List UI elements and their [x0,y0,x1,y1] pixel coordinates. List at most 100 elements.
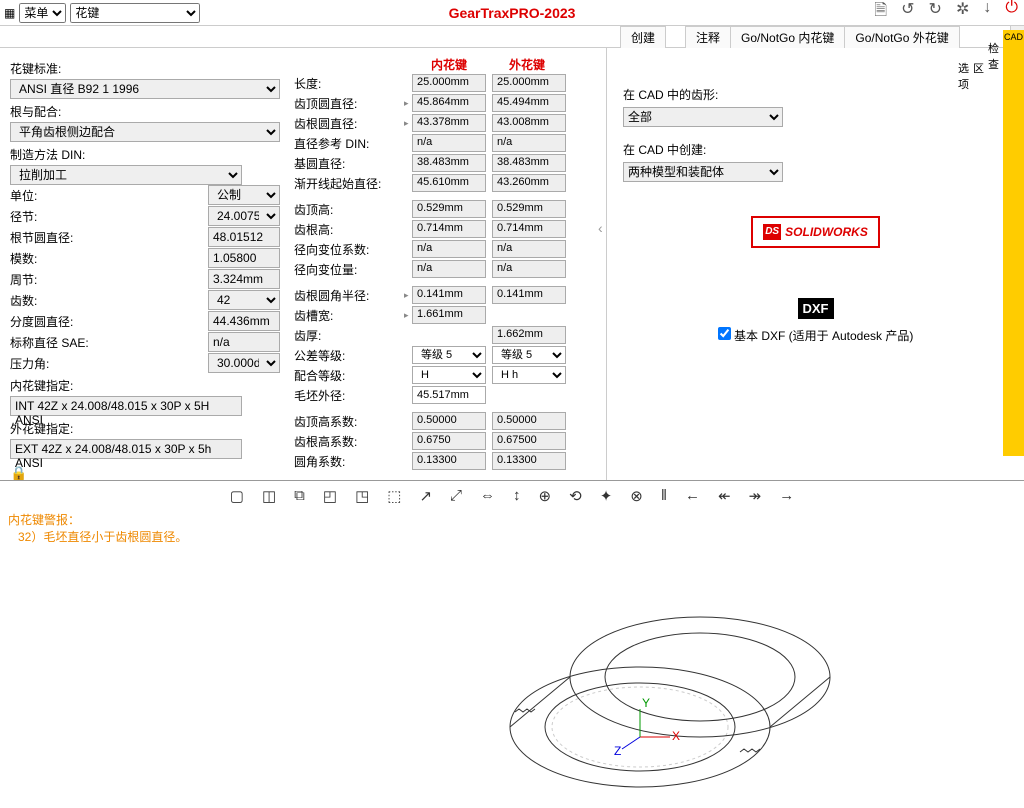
tab-create[interactable]: 创建 [620,26,666,48]
ext-desig-value: EXT 42Z x 24.008/48.015 x 30P x 5h ANSI [10,439,242,459]
lock-icon[interactable]: 🔒 [10,465,27,481]
axis-icon[interactable]: ↗ [419,487,432,505]
field-value-ext: 0.50000 [492,412,566,430]
ext-desig-label: 外花键指定: [10,420,280,437]
field-value-int: 43.378mm [412,114,486,132]
create-label: 在 CAD 中创建: [623,141,1008,158]
fit-ext[interactable]: H h [492,366,566,384]
dp-field[interactable]: 24.00756 [208,206,280,226]
tool-icon-6[interactable]: ✦ [600,487,613,505]
units-label: 单位: [10,187,208,204]
rootd-label: 根节圆直径: [10,229,208,246]
tool-icon-4[interactable]: ⊕ [539,487,552,505]
pause-icon[interactable]: ‖ [661,487,667,505]
rootd-field[interactable] [208,227,280,247]
pa-field[interactable]: 30.000deg [208,353,280,373]
svg-text:Z: Z [614,744,621,758]
hdr-ext: 外花键 [488,56,566,73]
tol-ext[interactable]: 等级 5 [492,346,566,364]
svg-text:Y: Y [642,696,650,710]
units-select[interactable]: 公制 [208,185,280,205]
field-value-ext: 1.662mm [492,326,566,344]
field-label: 齿根高系数: [294,433,404,450]
note-icon[interactable]: 🗎 [874,0,887,26]
field-value-ext: 43.008mm [492,114,566,132]
mfg-select[interactable]: 拉削加工 [10,165,242,185]
std-select[interactable]: ANSI 直径 B92 1 1996 [10,79,280,99]
teeth-select[interactable]: 42 [208,290,280,310]
gear-icon[interactable]: ✲ [956,0,969,26]
field-label: 径向变位量: [294,261,404,278]
view-icon-1[interactable]: ▢ [230,487,244,505]
field-value-int: 45.610mm [412,174,486,192]
tool-icon-7[interactable]: ⊗ [630,487,643,505]
teeth-label: 齿数: [10,292,208,309]
redo-icon[interactable]: ↻ [929,0,942,26]
field-label: 直径参考 DIN: [294,135,404,152]
dxf-logo[interactable]: DXF [798,298,834,319]
view-icon-2[interactable]: ◫ [262,487,276,505]
download-icon[interactable]: ↓ [983,0,991,26]
tab-annotate[interactable]: 注释 [685,26,731,48]
field-value-ext: 43.260mm [492,174,566,192]
menu-dropdown[interactable]: 菜单 [19,3,66,23]
blank-value[interactable] [412,386,486,404]
dxf-check-label: 基本 DXF (适用于 Autodesk 产品) [734,329,913,343]
tol-int[interactable]: 等级 5 [412,346,486,364]
field-value-ext: 38.483mm [492,154,566,172]
tool-icon-2[interactable]: ⇔ [480,487,495,505]
arrow-dright-icon[interactable]: ↠ [749,487,762,505]
field-value-ext: n/a [492,260,566,278]
module-field[interactable] [208,248,280,268]
root-select[interactable]: 平角齿根侧边配合 [10,122,280,142]
tool-icon-3[interactable]: ↕ [513,487,521,505]
solidworks-logo[interactable]: DSSOLIDWORKS [751,216,880,248]
create-select[interactable]: 两种模型和装配体 [623,162,783,182]
pa-label: 压力角: [10,355,208,372]
view-icon-3[interactable]: ⧉ [294,487,305,505]
arrow-left-icon[interactable]: ← [685,487,700,505]
field-value-int: 0.714mm [412,220,486,238]
tool-icon-1[interactable]: ⤢ [450,487,462,505]
tool-icon-5[interactable]: ⟲ [569,487,582,505]
field-value-int: 0.6750 [412,432,486,450]
preview-canvas[interactable]: X Y Z [0,517,1024,807]
field-value-ext: 0.13300 [492,452,566,470]
view-icon-5[interactable]: ◳ [355,487,369,505]
field-value-ext: 0.714mm [492,220,566,238]
fit-int[interactable]: H [412,366,486,384]
tab-gonogo-ext[interactable]: Go/NotGo 外花键 [844,26,959,48]
field-value-ext: 25.000mm [492,74,566,92]
arrow-dleft-icon[interactable]: ↞ [718,487,731,505]
app-title: GearTraxPRO-2023 [449,5,576,21]
field-value-ext: n/a [492,240,566,258]
root-label: 根与配合: [10,103,280,120]
type-dropdown[interactable]: 花键 [70,3,200,23]
field-value-ext: 0.141mm [492,286,566,304]
field-value-int: 0.141mm [412,286,486,304]
hdr-int: 内花键 [410,56,488,73]
field-value-int: 0.50000 [412,412,486,430]
cp-field[interactable] [208,269,280,289]
svg-text:X: X [672,729,680,743]
incad-select[interactable]: 全部 [623,107,783,127]
field-value-int: 0.529mm [412,200,486,218]
collapse-handle[interactable]: ‹ [598,220,603,236]
tab-gonogo-int[interactable]: Go/NotGo 内花键 [730,26,845,48]
power-icon[interactable]: ⏻ [1005,0,1018,26]
int-desig-label: 内花键指定: [10,377,280,394]
field-label: 长度: [294,75,404,92]
field-label: 齿根圆角半径: [294,287,404,304]
cube-icon[interactable]: ⬚ [387,487,401,505]
incad-label: 在 CAD 中的齿形: [623,86,1008,103]
nomd-field[interactable] [208,332,280,352]
arrow-right-icon[interactable]: → [779,487,794,505]
undo-icon[interactable]: ↺ [901,0,914,26]
field-label: 齿顶圆直径: [294,95,404,112]
preview-toolbar: ▢ ◫ ⧉ ◰ ◳ ⬚ ↗ ⤢ ⇔ ↕ ⊕ ⟲ ✦ ⊗ ‖ ← ↞ ↠ → [0,481,1024,511]
pitchd-field[interactable] [208,311,280,331]
view-icon-4[interactable]: ◰ [323,487,337,505]
tabbar: 创建 注释 Go/NotGo 内花键 Go/NotGo 外花键 [0,26,1024,48]
dxf-checkbox[interactable] [718,327,731,340]
field-label: 齿根圆直径: [294,115,404,132]
